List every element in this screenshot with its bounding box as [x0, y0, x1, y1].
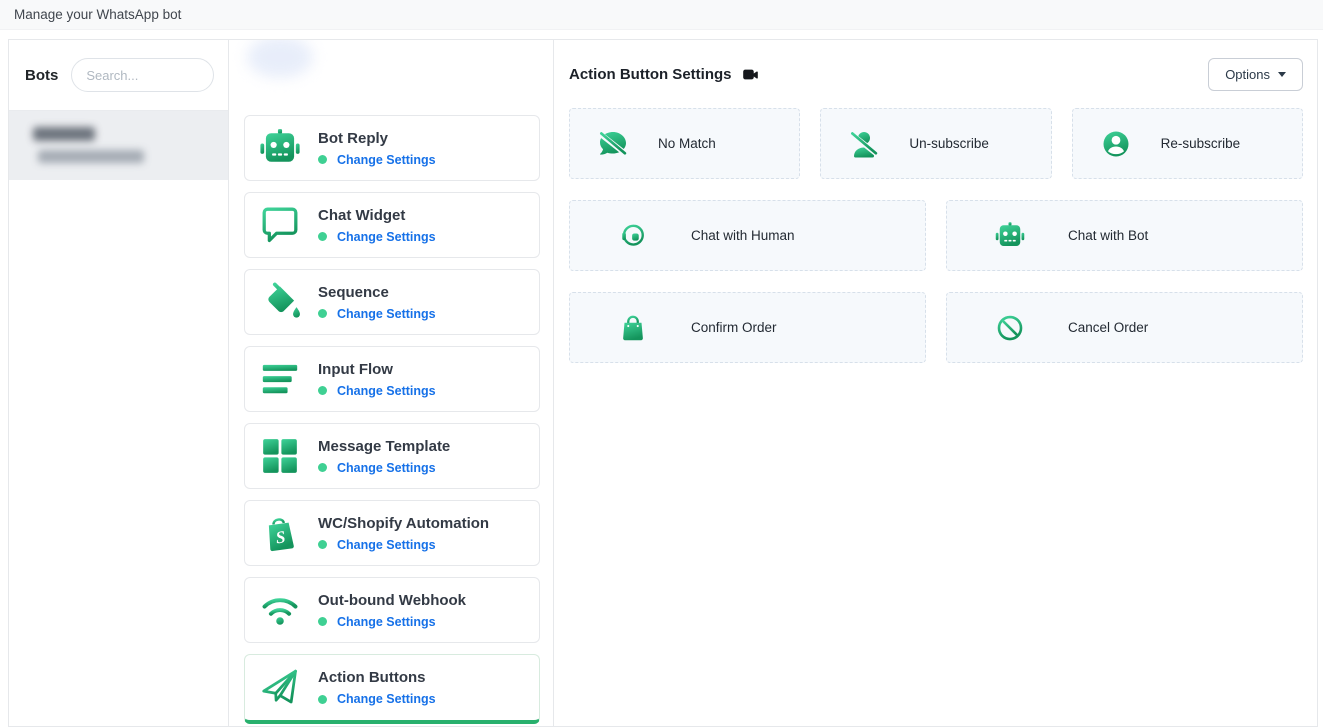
bots-panel: Bots	[9, 40, 229, 726]
action-label: No Match	[658, 136, 716, 151]
action-label: Un-subscribe	[909, 136, 989, 151]
change-settings-link[interactable]: Change Settings	[337, 153, 436, 167]
align-bars-icon	[258, 357, 302, 401]
change-settings-link[interactable]: Change Settings	[337, 692, 436, 706]
action-box-unsubscribe[interactable]: Un-subscribe	[820, 108, 1051, 179]
action-label: Chat with Bot	[1068, 228, 1148, 243]
action-label: Confirm Order	[691, 320, 777, 335]
shopify-bag-icon: S	[258, 511, 302, 555]
action-box-chat-with-human[interactable]: Chat with Human	[569, 200, 926, 271]
change-settings-link[interactable]: Change Settings	[337, 384, 436, 398]
status-dot	[318, 617, 327, 626]
panel-title: Action Button Settings	[569, 66, 731, 83]
feature-card-chat-widget[interactable]: Chat Widget Change Settings	[244, 192, 540, 258]
bots-panel-title: Bots	[25, 67, 58, 84]
grid-squares-icon	[258, 434, 302, 478]
paper-plane-icon	[258, 666, 302, 710]
feature-card-sequence[interactable]: Sequence Change Settings	[244, 269, 540, 335]
feature-title: Message Template	[318, 438, 450, 455]
blurred-avatar-blob	[247, 39, 313, 78]
change-settings-link[interactable]: Change Settings	[337, 538, 436, 552]
comment-icon	[258, 203, 302, 247]
action-box-resubscribe[interactable]: Re-subscribe	[1072, 108, 1303, 179]
features-column: Bot Reply Change Settings Chat Widget Ch…	[229, 40, 554, 726]
bots-header: Bots	[9, 40, 228, 110]
fill-drip-icon	[258, 280, 302, 324]
ban-icon	[994, 312, 1028, 344]
feature-title: Out-bound Webhook	[318, 592, 466, 609]
video-camera-icon[interactable]	[743, 68, 758, 81]
feature-title: Input Flow	[318, 361, 436, 378]
feature-card-bot-reply[interactable]: Bot Reply Change Settings	[244, 115, 540, 181]
bot-name-redacted	[33, 127, 95, 141]
feature-card-input-flow[interactable]: Input Flow Change Settings	[244, 346, 540, 412]
action-label: Cancel Order	[1068, 320, 1148, 335]
shopping-bag-icon	[617, 312, 651, 344]
options-button[interactable]: Options	[1208, 58, 1303, 91]
action-label: Re-subscribe	[1161, 136, 1241, 151]
robot-icon	[994, 220, 1028, 252]
main-card: Bots Bot Reply Change Settings	[8, 39, 1318, 727]
feature-title: Action Buttons	[318, 669, 436, 686]
status-dot	[318, 309, 327, 318]
user-slash-icon	[848, 128, 882, 160]
feature-card-action-buttons[interactable]: Action Buttons Change Settings	[244, 654, 540, 724]
action-box-no-match[interactable]: No Match	[569, 108, 800, 179]
change-settings-link[interactable]: Change Settings	[337, 307, 436, 321]
action-buttons-grid: No Match Un-subscribe Re-subscribe	[569, 108, 1303, 363]
page-title: Manage your WhatsApp bot	[14, 7, 181, 22]
change-settings-link[interactable]: Change Settings	[337, 461, 436, 475]
action-box-cancel-order[interactable]: Cancel Order	[946, 292, 1303, 363]
topbar: Manage your WhatsApp bot	[0, 0, 1323, 30]
robot-icon	[258, 126, 302, 170]
action-box-chat-with-bot[interactable]: Chat with Bot	[946, 200, 1303, 271]
status-dot	[318, 540, 327, 549]
change-settings-link[interactable]: Change Settings	[337, 615, 436, 629]
status-dot	[318, 463, 327, 472]
comment-slash-icon	[597, 128, 631, 160]
caret-down-icon	[1278, 72, 1286, 77]
headset-icon	[617, 220, 651, 252]
feature-title: Chat Widget	[318, 207, 436, 224]
action-label: Chat with Human	[691, 228, 795, 243]
action-button-settings-panel: Action Button Settings Options No Match	[554, 40, 1317, 726]
bot-phone-redacted	[38, 150, 144, 163]
action-box-confirm-order[interactable]: Confirm Order	[569, 292, 926, 363]
bots-search-input[interactable]	[71, 58, 214, 92]
feature-title: Sequence	[318, 284, 436, 301]
status-dot	[318, 232, 327, 241]
feature-card-message-template[interactable]: Message Template Change Settings	[244, 423, 540, 489]
status-dot	[318, 155, 327, 164]
feature-card-outbound-webhook[interactable]: Out-bound Webhook Change Settings	[244, 577, 540, 643]
status-dot	[318, 695, 327, 704]
change-settings-link[interactable]: Change Settings	[337, 230, 436, 244]
status-dot	[318, 386, 327, 395]
feature-card-shopify-automation[interactable]: S WC/Shopify Automation Change Settings	[244, 500, 540, 566]
panel-header: Action Button Settings Options	[569, 57, 1303, 91]
feature-title: Bot Reply	[318, 130, 436, 147]
wifi-icon	[258, 588, 302, 632]
bot-list-item-selected[interactable]	[9, 110, 228, 180]
user-circle-icon	[1100, 128, 1134, 160]
feature-title: WC/Shopify Automation	[318, 515, 489, 532]
